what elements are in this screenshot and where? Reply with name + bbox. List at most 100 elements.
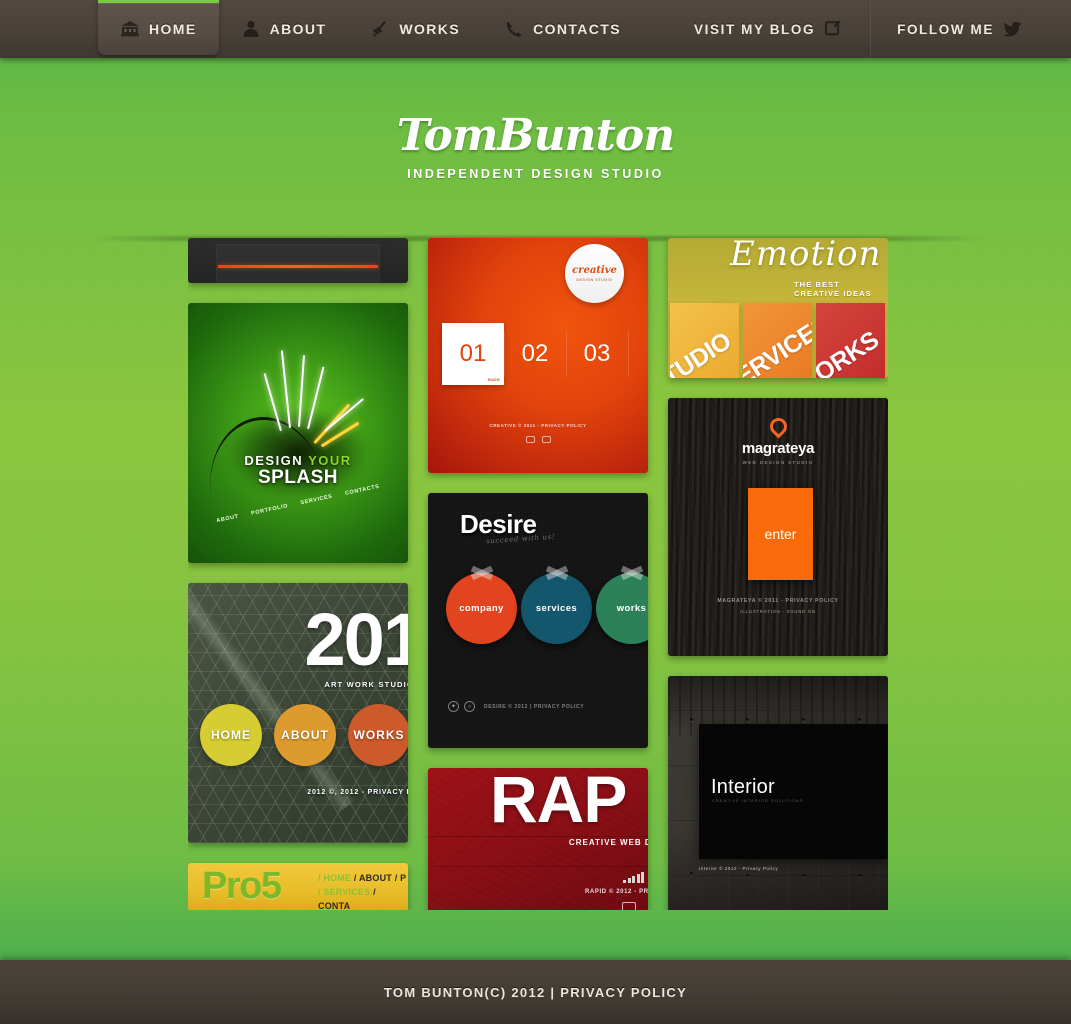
nav-item-label: CONTACTS [533,21,621,37]
tile-logo-tagline: WEB DESIGN STUDIO [742,460,814,465]
tile-circle-home: HOME [200,704,262,766]
tile-number-03: 03 [566,323,628,385]
twitter-bird-icon [1003,19,1023,39]
monitor-icon [525,436,535,443]
tile-title-line1: DESIGN [244,453,304,468]
tile-footer: ✦ ○ DESIRE © 2012 | PRIVACY POLICY [448,701,584,712]
nav-item-label: VISIT MY BLOG [694,21,816,37]
tile-circle-services: services [521,565,592,644]
tile-subtitle: THE BEST CREATIVE IDEAS [794,280,872,298]
site-logo[interactable]: TomBunton INDEPENDENT DESIGN STUDIO [0,110,1071,182]
pencil-square-icon [824,19,844,39]
portfolio-tile-design-splash[interactable]: DESIGN YOUR SPLASH ABOUT PORTFOLIO SERVI… [188,303,408,563]
tape-icon [470,564,493,581]
tile-circle-label: works [616,603,647,614]
nav-item-contacts[interactable]: CONTACTS [482,0,643,58]
footer-copyright[interactable]: TOM BUNTON(C) 2012 | PRIVACY POLICY [384,985,687,1000]
portfolio-tile-interior[interactable]: Interior CREATIVE INTERIOR SOLUTIONS Int… [668,676,888,910]
portfolio-tile-desire[interactable]: Desire succeed with us! company services… [428,493,648,748]
logo-title: TomBunton [396,110,675,161]
tile-number-tag: main [487,377,500,382]
portfolio-tile-pro5[interactable]: Pro5 / HOME / ABOUT / P / SERVICES / CON… [188,863,408,910]
screen-icon [541,436,551,443]
tile-badge-title: creative [572,265,617,276]
tile-panel-services: SERVICES [743,303,812,378]
nav-item-follow-me[interactable]: FOLLOW ME [870,0,1049,58]
nav-item-visit-my-blog[interactable]: VISIT MY BLOG [668,0,870,58]
tile-panel-label: STUDIO [670,326,737,378]
tile-panel-works: WORKS [816,303,885,378]
logo-tagline: INDEPENDENT DESIGN STUDIO [407,167,664,181]
tile-footer-text: DESIRE © 2012 | PRIVACY POLICY [484,703,585,710]
tile-logo-accent: 5 [260,865,282,907]
portfolio-tile-dark-strip[interactable] [188,238,408,283]
top-navigation-bar: HOME ABOUT WORKS CONTACTS VISIT MY BLOG … [0,0,1071,58]
tile-circle-label: services [535,603,578,614]
tile-circle-about: ABOUT [274,704,336,766]
tile-panel-studio: STUDIO [670,303,739,378]
phone-icon [504,19,524,39]
tile-accent-line [218,265,378,268]
gallery-column-3: Emotion THE BEST CREATIVE IDEAS STUDIO S… [668,238,888,910]
tile-footer: 2012 ©, 2012 - PRIVACY POLI [307,789,408,796]
hero-section: TomBunton INDEPENDENT DESIGN STUDIO [0,58,1071,238]
tile-bars [623,872,644,883]
tile-badge: creative DESIGN STUDIO [565,244,624,303]
gallery-column-1: DESIGN YOUR SPLASH ABOUT PORTFOLIO SERVI… [188,238,408,910]
nav-item-label: FOLLOW ME [897,21,994,37]
portfolio-tile-magrateya[interactable]: magrateya WEB DESIGN STUDIO enter MAGRAT… [668,398,888,656]
tile-footer: RAPID © 2012 - PRIVA [585,889,648,895]
tile-nav-item: ABOUT [215,513,240,525]
nav-item-works[interactable]: WORKS [348,0,482,58]
tile-logo-main: Pro [202,865,262,907]
portfolio-tile-emotion[interactable]: Emotion THE BEST CREATIVE IDEAS STUDIO S… [668,238,888,378]
tile-logo-name: magrateya [741,440,815,457]
tile-circle-works: WORKS [348,704,408,766]
tile-nav: / HOME / ABOUT / P / SERVICES / CONTA [318,872,408,910]
nav-item-about[interactable]: ABOUT [219,0,349,58]
tile-number-value: 02 [521,340,549,367]
tile-circle-nav: HOME ABOUT WORKS [200,704,408,766]
primary-navigation: HOME ABOUT WORKS CONTACTS [98,0,643,58]
tile-footer: Interior © 2012 - Privacy Policy [699,866,779,871]
tile-circle-nav: company services works [446,565,648,644]
bank-icon [120,19,140,39]
tile-number-nav: 01 main 02 03 [442,323,648,385]
tile-rule [428,866,648,867]
tile-nav-item: / ABOUT [353,873,392,883]
tile-nav-item: / SERVICES [318,886,371,897]
tile-subtitle: CREATIVE INTERIOR SOLUTIONS [712,798,804,803]
tile-title: RAP [490,768,627,836]
portfolio-tile-creative[interactable]: creative DESIGN STUDIO 01 main 02 03 CRE… [428,238,648,473]
nav-item-label: WORKS [399,21,461,37]
rss-icon: ○ [464,701,475,712]
nav-item-label: ABOUT [269,21,327,37]
gallery-column-2: creative DESIGN STUDIO 01 main 02 03 CRE… [428,238,648,910]
brush-icon [370,19,390,39]
tile-panel [216,244,380,283]
tile-number-01: 01 main [442,323,504,385]
tile-year: 201 [304,598,408,681]
portfolio-tile-rapid[interactable]: RAP CREATIVE WEB DE RAPID © 2012 - PRIVA [428,768,648,910]
nav-item-home[interactable]: HOME [98,0,219,55]
nav-item-label: HOME [149,21,197,37]
tile-number-04 [628,323,648,385]
tile-footer-icons [428,436,648,443]
tile-number-02: 02 [504,323,566,385]
portfolio-tile-art-work-studio[interactable]: 201 ART WORK STUDIO HOME ABOUT WORKS 201… [188,583,408,843]
tile-footer: MAGRATEYA © 2011 - PRIVACY POLICY [717,598,839,604]
tile-logo: magrateya WEB DESIGN STUDIO [668,414,888,465]
tile-panels: STUDIO SERVICES WORKS [668,303,888,378]
tile-title: Emotion [730,238,882,274]
monitor-icon [622,902,636,910]
share-icon: ✦ [448,701,459,712]
tile-panel: Interior CREATIVE INTERIOR SOLUTIONS [699,724,888,859]
tape-icon [620,564,643,581]
tile-panel-label: SERVICES [743,310,812,378]
tile-enter-button[interactable]: enter [748,488,813,580]
tile-number-value: 03 [583,340,611,367]
person-icon [241,19,261,39]
tile-badge-subtitle: DESIGN STUDIO [576,278,613,282]
flame-icon [765,414,791,439]
tile-circle-label: company [459,603,504,614]
